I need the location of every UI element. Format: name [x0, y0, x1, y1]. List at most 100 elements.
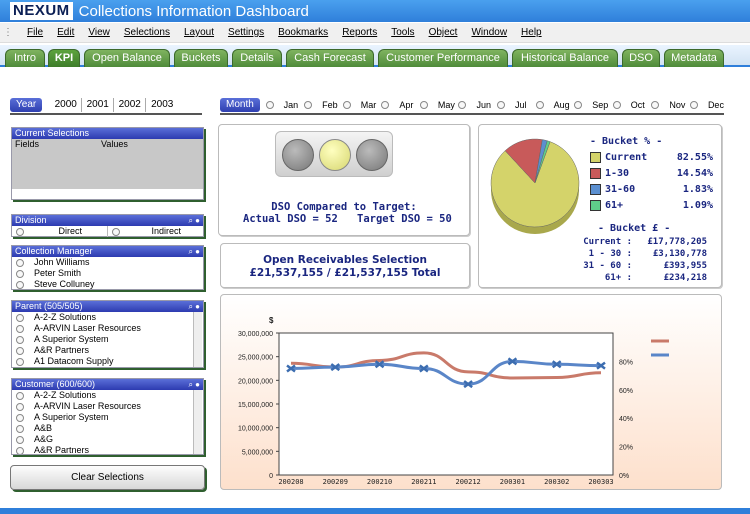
month-feb[interactable]: Feb [304, 98, 343, 112]
customer-title: Customer (600/600) ⌕ ● [12, 379, 203, 390]
tab-customer-performance[interactable]: Customer Performance [378, 49, 508, 67]
tab-dso[interactable]: DSO [622, 49, 660, 67]
search-icon[interactable]: ⌕ ● [188, 246, 200, 257]
list-item-label: Steve Colluney [34, 279, 95, 289]
tab-cash-forecast[interactable]: Cash Forecast [286, 49, 374, 67]
y-tick-label: 20,000,000 [238, 378, 273, 385]
radio-icon [16, 269, 24, 278]
month-jul[interactable]: Jul [497, 98, 536, 112]
menu-tools[interactable]: Tools [391, 27, 414, 38]
month-may[interactable]: May [419, 98, 459, 112]
customer-listbox: Customer (600/600) ⌕ ● A-2-Z Solutions A-… [11, 378, 204, 455]
year-2001[interactable]: 2001 [82, 98, 115, 112]
col-fields: Fields [15, 139, 40, 149]
list-item[interactable]: Steve Colluney [12, 279, 203, 290]
list-item[interactable]: A1 Datacom Supply [12, 356, 203, 367]
list-item[interactable]: Peter Smith [12, 268, 203, 279]
menu-layout[interactable]: Layout [184, 27, 214, 38]
legend-swatch [590, 152, 601, 163]
tab-kpi[interactable]: KPI [48, 49, 80, 67]
list-item[interactable]: A&B [12, 423, 203, 434]
menu-settings[interactable]: Settings [228, 27, 264, 38]
month-sep[interactable]: Sep [574, 98, 613, 112]
radio-icon [16, 446, 24, 454]
radio-icon [651, 101, 660, 109]
month-jun[interactable]: Jun [458, 98, 497, 112]
search-icon[interactable]: ⌕ ● [188, 379, 200, 390]
tab-buckets[interactable]: Buckets [174, 49, 228, 67]
month-dec[interactable]: Dec [689, 98, 724, 112]
menu-view[interactable]: View [88, 27, 110, 38]
division-indirect[interactable]: Indirect [108, 226, 204, 237]
list-item[interactable]: A Superior System [12, 412, 203, 423]
list-item[interactable]: A-2-Z Solutions [12, 312, 203, 323]
month-jan[interactable]: Jan [265, 98, 305, 112]
list-item[interactable]: A-ARVIN Laser Resources [12, 401, 203, 412]
list-item[interactable]: A-2-Z Solutions [12, 390, 203, 401]
radio-icon [689, 101, 698, 109]
division-indirect-label: Indirect [151, 226, 181, 236]
tab-metadata[interactable]: Metadata [664, 49, 724, 67]
bucket-gbp-title: - Bucket £ - [598, 223, 671, 234]
receivables-title: Open Receivables Selection [263, 254, 427, 266]
menu-selections[interactable]: Selections [124, 27, 170, 38]
year-2002[interactable]: 2002 [114, 98, 147, 112]
menu-reports[interactable]: Reports [342, 27, 377, 38]
y2-tick-label: 20% [619, 445, 633, 452]
list-item[interactable]: A Superior System [12, 334, 203, 345]
radio-icon [497, 101, 506, 109]
menu-file[interactable]: File [27, 27, 43, 38]
month-jul-label: Jul [515, 100, 527, 110]
list-item[interactable]: A-ARVIN Laser Resources [12, 323, 203, 334]
amber-light-icon [319, 139, 351, 171]
search-icon[interactable]: ⌕ ● [188, 301, 200, 312]
tab-intro[interactable]: Intro [5, 49, 45, 67]
radio-icon [265, 101, 274, 109]
menu-bookmarks[interactable]: Bookmarks [278, 27, 328, 38]
tab-open-balance[interactable]: Open Balance [84, 49, 170, 67]
parent-scrollbar[interactable] [193, 312, 202, 367]
x-tick-label: 200302 [544, 478, 569, 486]
legend-label: 61+ [605, 200, 624, 211]
menu-window[interactable]: Window [471, 27, 507, 38]
month-aug[interactable]: Aug [535, 98, 575, 112]
list-item-label: A1 Datacom Supply [34, 356, 114, 366]
list-item[interactable]: A&G [12, 434, 203, 445]
division-direct[interactable]: Direct [12, 226, 108, 237]
legend-label: 31-60 [605, 184, 636, 195]
traffic-light [275, 131, 393, 177]
customer-scrollbar[interactable] [193, 390, 202, 454]
menu-object[interactable]: Object [429, 27, 458, 38]
list-item-label: A&R Partners [34, 345, 90, 355]
parent-title-text: Parent (505/505) [15, 301, 83, 311]
legend-value: 1.09% [682, 200, 713, 211]
year-2003[interactable]: 2003 [146, 98, 178, 112]
list-item[interactable]: A&R Partners [12, 445, 203, 454]
bucket-pct-title: - Bucket % - [590, 136, 663, 147]
search-icon[interactable]: ⌕ ● [188, 215, 200, 226]
collection-manager-listbox: Collection Manager ⌕ ● John Williams Pete… [11, 245, 204, 290]
radio-icon [16, 402, 24, 411]
list-item[interactable]: John Williams [12, 257, 203, 268]
month-label: Month [220, 98, 260, 112]
clear-selections-button[interactable]: Clear Selections [10, 465, 205, 490]
menu-help[interactable]: Help [521, 27, 542, 38]
y-axis-label: $ [269, 316, 274, 325]
menu-edit[interactable]: Edit [57, 27, 74, 38]
month-nov[interactable]: Nov [651, 98, 690, 112]
tab-details[interactable]: Details [232, 49, 282, 67]
receivables-value: £21,537,155 / £21,537,155 Total [249, 267, 441, 279]
month-oct[interactable]: Oct [612, 98, 652, 112]
month-apr[interactable]: Apr [381, 98, 420, 112]
status-bar [0, 508, 750, 514]
balance-chart-panel: $0 5,000,000 10,000,000 15,000,000 20,000,00… [220, 294, 722, 490]
year-2000[interactable]: 2000 [50, 98, 83, 112]
bucket-gbp-label: 61+ : [604, 273, 632, 283]
tab-historical-balance[interactable]: Historical Balance [512, 49, 618, 67]
list-item[interactable]: A&R Partners [12, 345, 203, 356]
month-oct-label: Oct [630, 100, 645, 110]
green-light-icon [356, 139, 388, 171]
radio-icon [16, 435, 24, 444]
collection-manager-title-text: Collection Manager [15, 246, 93, 256]
month-mar[interactable]: Mar [342, 98, 382, 112]
